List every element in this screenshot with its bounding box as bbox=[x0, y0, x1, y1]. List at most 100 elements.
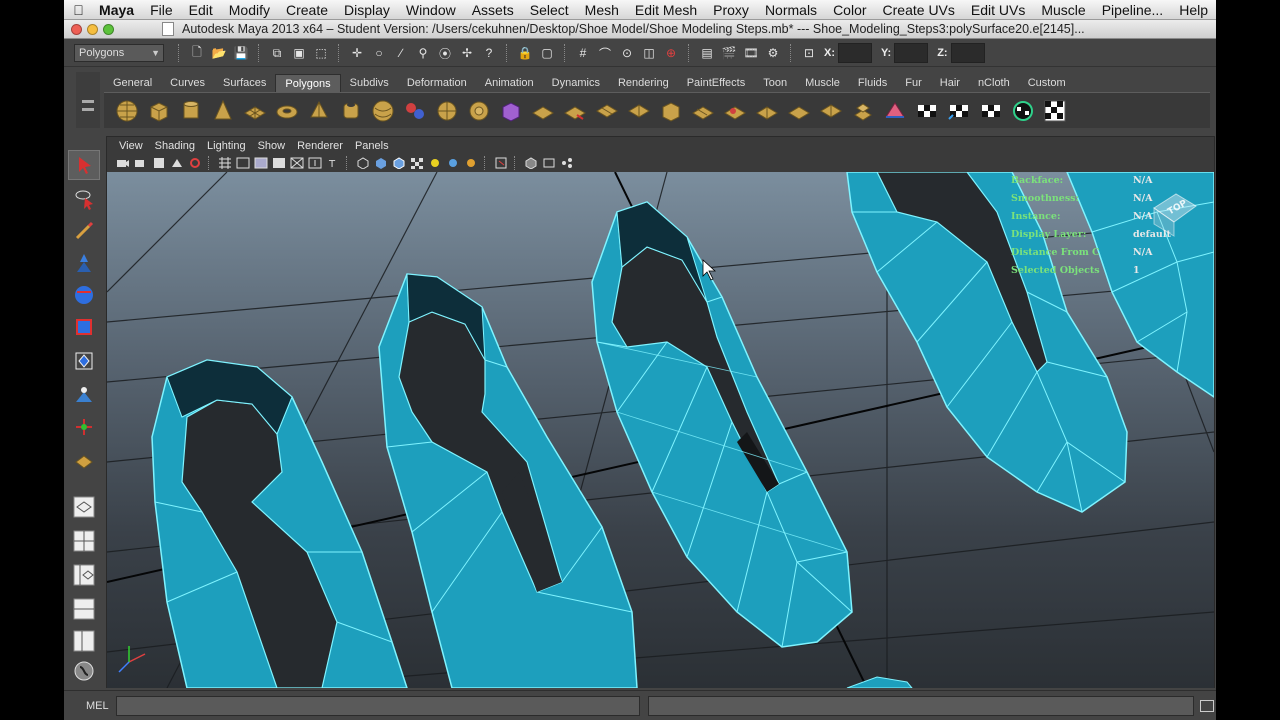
image-plane-icon[interactable] bbox=[169, 156, 185, 170]
script-editor-button[interactable] bbox=[1200, 699, 1214, 712]
panel-menu-renderer[interactable]: Renderer bbox=[291, 140, 349, 152]
field-chart-icon[interactable] bbox=[289, 156, 305, 170]
menu-file[interactable]: File bbox=[142, 2, 181, 18]
tab-subdivs[interactable]: Subdivs bbox=[341, 74, 398, 92]
menu-normals[interactable]: Normals bbox=[757, 2, 825, 18]
tab-surfaces[interactable]: Surfaces bbox=[214, 74, 275, 92]
highlight-selection-icon[interactable]: ▢ bbox=[538, 44, 556, 62]
smooth-shade-icon[interactable] bbox=[373, 156, 389, 170]
move-tool-icon[interactable] bbox=[68, 248, 100, 278]
camera-attributes-icon[interactable] bbox=[133, 156, 149, 170]
tab-painteffects[interactable]: PaintEffects bbox=[678, 74, 755, 92]
universal-manipulator-icon[interactable] bbox=[68, 346, 100, 376]
lock-selection-icon[interactable]: 🔒 bbox=[516, 44, 534, 62]
perspective-viewport[interactable]: Backface: N/A Smoothness: N/A Instance: N/A… bbox=[107, 172, 1214, 688]
tab-ncloth[interactable]: nCloth bbox=[969, 74, 1019, 92]
paint-select-tool-icon[interactable] bbox=[68, 216, 100, 246]
menu-pipeline[interactable]: Pipeline... bbox=[1094, 2, 1171, 18]
isolate-select-icon[interactable] bbox=[493, 156, 509, 170]
2d-pan-zoom-icon[interactable] bbox=[187, 156, 203, 170]
planar-mapping-icon[interactable] bbox=[914, 98, 940, 124]
select-curves-icon[interactable]: ∕ bbox=[392, 44, 410, 62]
render-frame-icon[interactable]: 🎬 bbox=[720, 44, 738, 62]
four-view-layout-icon[interactable] bbox=[68, 526, 100, 556]
film-gate-icon[interactable] bbox=[235, 156, 251, 170]
construction-history-icon[interactable]: ▤ bbox=[698, 44, 716, 62]
render-settings-icon[interactable]: ⚙ bbox=[764, 44, 782, 62]
tab-muscle[interactable]: Muscle bbox=[796, 74, 849, 92]
bookmarks-icon[interactable] bbox=[151, 156, 167, 170]
menu-app[interactable]: Maya bbox=[93, 2, 142, 18]
tab-fur[interactable]: Fur bbox=[896, 74, 931, 92]
open-scene-icon[interactable]: 📂 bbox=[210, 44, 228, 62]
menu-proxy[interactable]: Proxy bbox=[705, 2, 757, 18]
automatic-mapping-icon[interactable] bbox=[1010, 98, 1036, 124]
poly-sphere-icon[interactable] bbox=[114, 98, 140, 124]
zoom-window-button[interactable] bbox=[103, 23, 114, 35]
tab-hair[interactable]: Hair bbox=[931, 74, 969, 92]
snap-point-icon[interactable]: ⊙ bbox=[618, 44, 636, 62]
tab-fluids[interactable]: Fluids bbox=[849, 74, 896, 92]
shoe-mesh-3[interactable] bbox=[591, 201, 853, 648]
single-perspective-layout-icon[interactable] bbox=[68, 492, 100, 522]
select-dynamics-icon[interactable]: ✢ bbox=[458, 44, 476, 62]
poly-prism-icon[interactable] bbox=[306, 98, 332, 124]
shelf-menu[interactable] bbox=[76, 72, 100, 128]
extract-icon[interactable] bbox=[434, 98, 460, 124]
persp-graph-layout-icon[interactable] bbox=[68, 594, 100, 624]
select-camera-icon[interactable] bbox=[115, 156, 131, 170]
x-field[interactable] bbox=[838, 43, 872, 63]
panel-menu-panels[interactable]: Panels bbox=[349, 140, 395, 152]
menu-assets[interactable]: Assets bbox=[464, 2, 522, 18]
snap-view-plane-icon[interactable]: ◫ bbox=[640, 44, 658, 62]
split-polygon-icon[interactable] bbox=[562, 98, 588, 124]
poly-torus-icon[interactable] bbox=[274, 98, 300, 124]
tab-dynamics[interactable]: Dynamics bbox=[543, 74, 609, 92]
script-editor-icon[interactable] bbox=[68, 656, 100, 686]
mirror-geometry-icon[interactable] bbox=[498, 98, 524, 124]
tab-general[interactable]: General bbox=[104, 74, 161, 92]
uv-texture-editor-icon[interactable] bbox=[1042, 98, 1068, 124]
poly-pipe-icon[interactable] bbox=[338, 98, 364, 124]
panel-menu-shading[interactable]: Shading bbox=[149, 140, 201, 152]
lasso-tool-icon[interactable] bbox=[68, 184, 100, 214]
bevel-icon[interactable] bbox=[722, 98, 748, 124]
select-joints-icon[interactable]: ○ bbox=[370, 44, 388, 62]
snap-grid-icon[interactable]: # bbox=[574, 44, 592, 62]
menu-help[interactable]: Help bbox=[1171, 2, 1216, 18]
spherical-mapping-icon[interactable] bbox=[978, 98, 1004, 124]
panel-menu-lighting[interactable]: Lighting bbox=[201, 140, 252, 152]
make-live-icon[interactable]: ⊕ bbox=[662, 44, 680, 62]
poly-cone-icon[interactable] bbox=[210, 98, 236, 124]
apple-icon[interactable]:  bbox=[64, 2, 93, 18]
tab-custom[interactable]: Custom bbox=[1019, 74, 1075, 92]
wireframe-on-shaded-icon[interactable] bbox=[391, 156, 407, 170]
wireframe-icon[interactable] bbox=[355, 156, 371, 170]
poly-plane-icon[interactable] bbox=[242, 98, 268, 124]
menu-create[interactable]: Create bbox=[278, 2, 336, 18]
append-polygon-icon[interactable] bbox=[530, 98, 556, 124]
tab-curves[interactable]: Curves bbox=[161, 74, 214, 92]
select-rendering-icon[interactable]: ? bbox=[480, 44, 498, 62]
snap-curve-icon[interactable]: ⌒ bbox=[596, 44, 614, 62]
viewcube[interactable]: TOP bbox=[1146, 186, 1198, 238]
z-field[interactable] bbox=[950, 43, 985, 63]
xray-components-icon[interactable] bbox=[559, 156, 575, 170]
scale-tool-icon[interactable] bbox=[68, 312, 100, 342]
last-tool-used-icon[interactable] bbox=[68, 444, 100, 474]
tab-rendering[interactable]: Rendering bbox=[609, 74, 678, 92]
show-manipulator-icon[interactable] bbox=[68, 412, 100, 442]
select-surfaces-icon[interactable]: ⚲ bbox=[414, 44, 432, 62]
menu-edit-mesh[interactable]: Edit Mesh bbox=[627, 2, 705, 18]
persp-outliner-layout-icon[interactable] bbox=[68, 560, 100, 590]
select-hierarchy-icon[interactable]: ⧉ bbox=[268, 44, 286, 62]
menu-color[interactable]: Color bbox=[825, 2, 874, 18]
panel-menu-show[interactable]: Show bbox=[252, 140, 292, 152]
rotate-tool-icon[interactable] bbox=[68, 280, 100, 310]
menu-modify[interactable]: Modify bbox=[221, 2, 278, 18]
resolution-gate-icon[interactable] bbox=[253, 156, 269, 170]
tab-polygons[interactable]: Polygons bbox=[275, 74, 341, 92]
select-tool-icon[interactable] bbox=[68, 150, 100, 180]
tab-toon[interactable]: Toon bbox=[754, 74, 796, 92]
soft-modification-icon[interactable] bbox=[68, 380, 100, 410]
